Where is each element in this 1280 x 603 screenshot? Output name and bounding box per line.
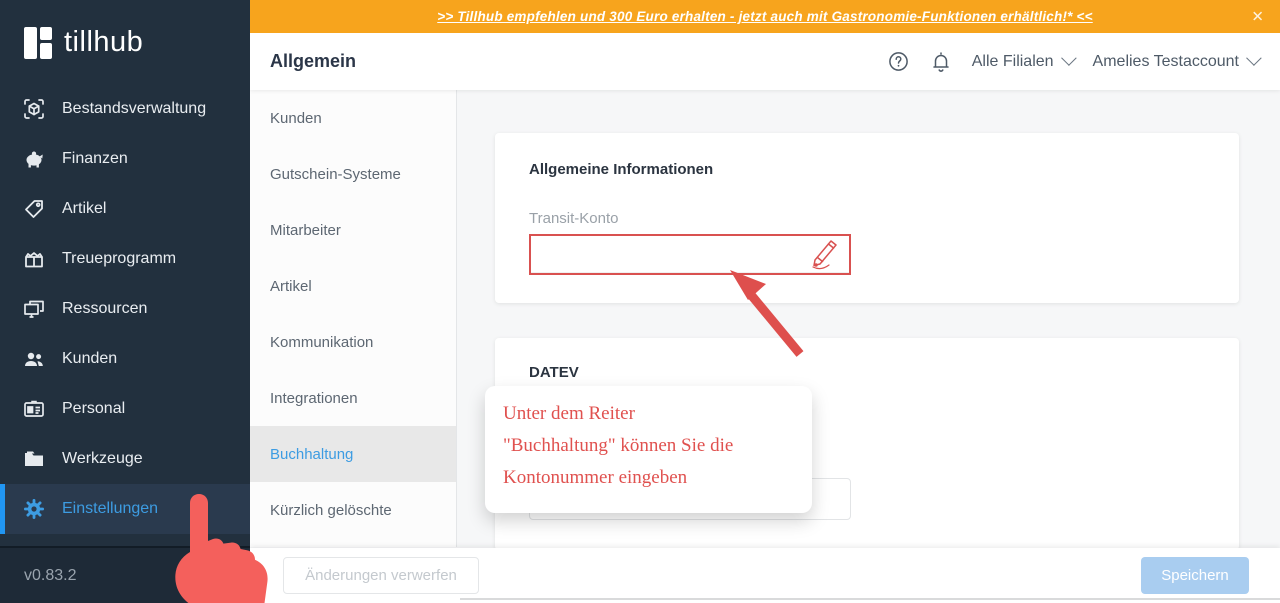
branch-filter-dropdown[interactable]: Alle Filialen xyxy=(971,50,1077,71)
people-icon xyxy=(23,348,45,370)
settings-content: Allgemeine Informationen Transit-Konto D… xyxy=(457,90,1280,550)
main-sidebar: tillhub Bestandsverwaltung Finanzen Arti… xyxy=(0,0,250,603)
promo-banner-link[interactable]: >> Tillhub empfehlen und 300 Euro erhalt… xyxy=(437,9,1092,24)
subnav-item-kuerzlich-geloeschte[interactable]: Kürzlich gelöschte xyxy=(250,482,456,538)
version-text: v0.83.2 xyxy=(24,566,77,584)
branch-filter-label: Alle Filialen xyxy=(971,52,1054,70)
sidebar-item-label: Treueprogramm xyxy=(62,250,177,267)
card-title: Allgemeine Informationen xyxy=(529,161,714,178)
subnav-item-kommunikation[interactable]: Kommunikation xyxy=(250,314,456,370)
tillhub-settings-page: >> Tillhub empfehlen und 300 Euro erhalt… xyxy=(0,0,1280,603)
callout-line: Unter dem Reiter xyxy=(503,403,635,424)
app-version: v0.83.2 xyxy=(0,546,250,603)
discard-changes-button[interactable]: Änderungen verwerfen xyxy=(283,557,479,594)
account-dropdown[interactable]: Amelies Testaccount xyxy=(1092,50,1262,71)
subnav-item-integrationen[interactable]: Integrationen xyxy=(250,370,456,426)
annotation-callout: Unter dem Reiter "Buchhaltung" können Si… xyxy=(485,386,812,513)
chevron-down-icon xyxy=(1060,50,1077,66)
subnav-item-mitarbeiter[interactable]: Mitarbeiter xyxy=(250,202,456,258)
inventory-scan-icon xyxy=(23,98,45,120)
transit-konto-input[interactable] xyxy=(531,236,849,273)
sidebar-item-label: Einstellungen xyxy=(62,500,159,517)
subnav-item-buchhaltung[interactable]: Buchhaltung xyxy=(250,426,456,482)
chevron-down-icon xyxy=(1246,50,1262,66)
sidebar-item-bestandsverwaltung[interactable]: Bestandsverwaltung xyxy=(0,84,250,134)
help-icon[interactable] xyxy=(888,51,910,73)
save-button[interactable]: Speichern xyxy=(1141,557,1249,594)
id-card-icon xyxy=(23,398,45,420)
pen-annotation-icon xyxy=(812,240,837,270)
page-header: Allgemein Alle Filialen Amelies Testacco… xyxy=(250,33,1280,90)
folder-icon xyxy=(23,448,45,470)
sidebar-item-artikel[interactable]: Artikel xyxy=(0,184,250,234)
sidebar-item-label: Ressourcen xyxy=(62,300,148,317)
tillhub-logo-text: tillhub xyxy=(64,26,144,58)
sidebar-item-werkzeuge[interactable]: Werkzeuge xyxy=(0,434,250,484)
gear-icon xyxy=(23,498,45,520)
subnav-item-gutschein-systeme[interactable]: Gutschein-Systeme xyxy=(250,146,456,202)
tillhub-logo[interactable]: tillhub xyxy=(0,0,250,77)
sidebar-item-finanzen[interactable]: Finanzen xyxy=(0,134,250,184)
sidebar-item-label: Finanzen xyxy=(62,150,128,167)
sidebar-item-personal[interactable]: Personal xyxy=(0,384,250,434)
settings-subnav: Kunden Gutschein-Systeme Mitarbeiter Art… xyxy=(250,90,457,547)
price-tag-icon xyxy=(23,198,45,220)
sidebar-item-kunden[interactable]: Kunden xyxy=(0,334,250,384)
piggy-bank-icon xyxy=(23,148,45,170)
general-information-card: Allgemeine Informationen Transit-Konto xyxy=(495,133,1239,303)
tillhub-logo-mark-icon xyxy=(24,26,52,59)
sidebar-item-label: Artikel xyxy=(62,200,107,217)
sidebar-item-label: Werkzeuge xyxy=(62,450,143,467)
callout-line: "Buchhaltung" können Sie die xyxy=(503,435,734,456)
gift-icon xyxy=(23,248,45,270)
card-title: DATEV xyxy=(529,364,579,381)
account-label: Amelies Testaccount xyxy=(1092,52,1239,70)
footer-action-bar: Änderungen verwerfen Speichern xyxy=(250,548,1280,603)
transit-konto-label: Transit-Konto xyxy=(529,210,619,227)
callout-line: Kontonummer eingeben xyxy=(503,467,688,488)
main-nav: Bestandsverwaltung Finanzen Artikel Treu… xyxy=(0,84,250,534)
transit-konto-field-highlight xyxy=(529,234,851,275)
promo-banner: >> Tillhub empfehlen und 300 Euro erhalt… xyxy=(250,0,1280,33)
sidebar-item-label: Bestandsverwaltung xyxy=(62,100,207,117)
content-divider xyxy=(460,598,1280,600)
sidebar-item-einstellungen[interactable]: Einstellungen xyxy=(0,484,250,534)
sidebar-item-label: Personal xyxy=(62,400,126,417)
sidebar-item-label: Kunden xyxy=(62,350,118,367)
sidebar-item-ressourcen[interactable]: Ressourcen xyxy=(0,284,250,334)
page-title: Allgemein xyxy=(270,51,357,71)
subnav-item-kunden[interactable]: Kunden xyxy=(250,90,456,146)
sidebar-item-treueprogramm[interactable]: Treueprogramm xyxy=(0,234,250,284)
subnav-item-artikel[interactable]: Artikel xyxy=(250,258,456,314)
close-icon[interactable]: ✕ xyxy=(1251,9,1264,24)
notifications-bell-icon[interactable] xyxy=(930,51,952,73)
monitors-icon xyxy=(23,298,45,320)
